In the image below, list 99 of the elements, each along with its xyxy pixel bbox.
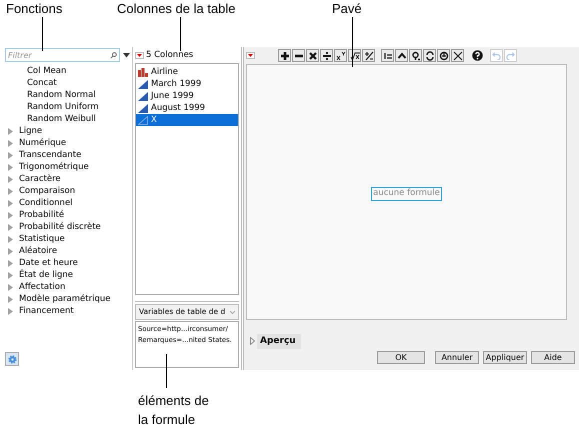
plus-button[interactable] [278, 49, 291, 62]
minus-button[interactable] [292, 49, 305, 62]
leader-line [166, 354, 167, 388]
function-item[interactable]: État de ligne [19, 269, 74, 281]
function-item[interactable]: Statistique [19, 233, 65, 245]
columns-count: 5 Colonnes [146, 48, 194, 62]
collapsed-arrow-icon[interactable] [8, 176, 13, 182]
column-item[interactable]: June 1999 [136, 90, 238, 102]
collapsed-arrow-icon[interactable] [8, 140, 13, 146]
collapsed-arrow-icon[interactable] [8, 284, 13, 290]
callout-label: Fonctions [6, 0, 62, 18]
function-item[interactable]: Caractère [19, 173, 61, 185]
divide-button[interactable] [320, 49, 333, 62]
swap-button[interactable] [423, 49, 436, 62]
help-icon [472, 50, 483, 61]
triangle-icon [137, 54, 142, 56]
function-item[interactable]: Random Weibull [27, 113, 96, 125]
swap-icon [424, 50, 434, 60]
redo-button[interactable] [504, 49, 517, 62]
undo-button[interactable] [490, 49, 503, 62]
lookup-button[interactable] [409, 49, 422, 62]
local-icon [438, 50, 448, 60]
function-item[interactable]: Probabilité discrète [19, 221, 101, 233]
collapsed-arrow-icon[interactable] [8, 296, 13, 302]
times-button[interactable] [306, 49, 319, 62]
column-item[interactable]: X [136, 114, 238, 126]
function-item[interactable]: Transcendante [19, 149, 82, 161]
callout-label: éléments de la formule [138, 392, 210, 429]
collapsed-arrow-icon[interactable] [8, 224, 13, 230]
collapsed-arrow-icon[interactable] [8, 248, 13, 254]
leader-line [42, 17, 43, 51]
callout-label: Colonnes de la table [117, 0, 236, 18]
collapsed-arrow-icon[interactable] [250, 337, 255, 345]
lookup-icon [410, 50, 420, 60]
function-item[interactable]: Aléatoire [19, 245, 58, 257]
divide-icon [322, 50, 332, 60]
collapsed-arrow-icon[interactable] [8, 212, 13, 218]
leader-line [180, 17, 181, 51]
function-item[interactable]: Random Normal [27, 89, 96, 101]
power-icon [336, 50, 346, 60]
cross-button[interactable] [451, 49, 464, 62]
collapsed-arrow-icon[interactable] [8, 236, 13, 242]
collapsed-arrow-icon[interactable] [8, 308, 13, 314]
dropdown-arrow-icon[interactable] [123, 52, 130, 58]
power-button[interactable] [334, 49, 347, 62]
callout-label: Pavé [332, 0, 362, 18]
plus-icon [280, 50, 290, 60]
leader-line [352, 17, 353, 67]
menu-button[interactable] [246, 52, 255, 59]
gear-icon [8, 354, 16, 364]
function-item[interactable]: Modèle paramétrique [19, 293, 110, 305]
function-item[interactable]: Comparaison [19, 185, 76, 197]
redo-icon [506, 51, 515, 60]
function-item[interactable]: Probabilité [19, 209, 64, 221]
cross-icon [452, 50, 462, 60]
negate-icon [364, 50, 374, 60]
function-item[interactable]: Conditionnel [19, 197, 73, 209]
function-item[interactable]: Ligne [19, 125, 42, 137]
bar-chart-icon [138, 68, 148, 76]
collapsed-arrow-icon[interactable] [8, 188, 13, 194]
function-item[interactable]: Numérique [19, 137, 66, 149]
function-item[interactable]: Col Mean [27, 65, 66, 77]
function-item[interactable]: Trigonométrique [19, 161, 89, 173]
help-button[interactable] [471, 49, 484, 62]
caret-icon [396, 50, 406, 60]
menu-button[interactable] [135, 52, 144, 58]
function-item[interactable]: Random Uniform [27, 101, 99, 113]
function-item[interactable]: Date et heure [19, 257, 78, 269]
settings-button[interactable] [5, 352, 19, 366]
collapsed-arrow-icon[interactable] [8, 128, 13, 134]
local-button[interactable] [437, 49, 450, 62]
column-item[interactable]: August 1999 [136, 102, 238, 114]
collapsed-arrow-icon[interactable] [8, 164, 13, 170]
negate-button[interactable] [362, 49, 375, 62]
function-item[interactable]: Affectation [19, 281, 66, 293]
filter-field[interactable]: Filtrer [5, 48, 120, 62]
times-icon [308, 50, 318, 60]
assign-button[interactable] [381, 49, 394, 62]
collapsed-arrow-icon[interactable] [8, 152, 13, 158]
collapsed-arrow-icon[interactable] [8, 260, 13, 266]
caret-button[interactable] [395, 49, 408, 62]
dialog-button[interactable]: Aide [531, 351, 575, 364]
root-icon [350, 50, 360, 60]
root-button[interactable] [348, 49, 361, 62]
dialog-button[interactable]: Appliquer [483, 351, 527, 364]
collapsed-arrow-icon[interactable] [8, 200, 13, 206]
assign-icon [382, 50, 392, 60]
preview-header[interactable]: Aperçu [257, 334, 301, 348]
function-item[interactable]: Financement [19, 305, 74, 317]
collapsed-arrow-icon[interactable] [8, 272, 13, 278]
search-icon [110, 52, 117, 59]
triangle-icon [248, 54, 253, 57]
chevron-down-icon [230, 310, 235, 314]
function-item[interactable]: Concat [27, 77, 57, 89]
column-item[interactable]: Airline [136, 66, 238, 78]
column-item[interactable]: March 1999 [136, 78, 238, 90]
dialog-button[interactable]: Annuler [435, 351, 479, 364]
undo-icon [492, 51, 501, 60]
dialog-button[interactable]: OK [377, 351, 425, 364]
